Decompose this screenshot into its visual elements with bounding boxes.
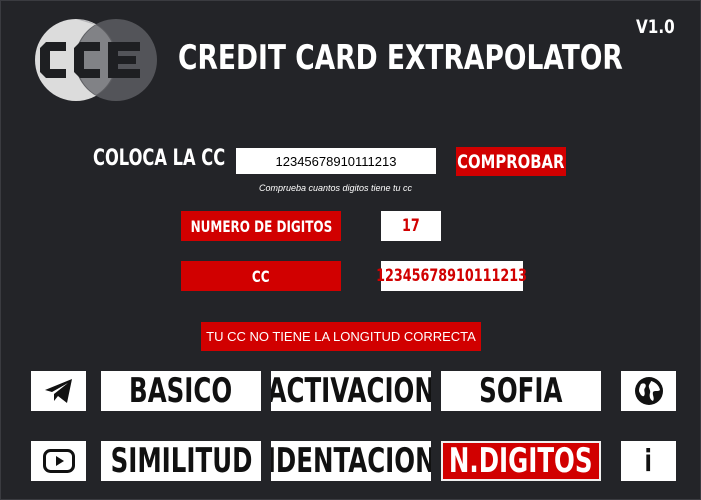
telegram-icon [44,379,72,403]
cc-input[interactable] [236,148,436,174]
n-digitos-button[interactable]: N.DIGITOS [441,441,601,481]
sofia-button[interactable]: SOFIA [441,371,601,411]
activacion-button[interactable]: ACTIVACION [271,371,431,411]
comprobar-button[interactable]: COMPROBAR [456,147,566,176]
digits-label: NUMERO DE DIGITOS [181,211,341,241]
basico-button[interactable]: BASICO [101,371,261,411]
version-label: V1.0 [636,16,675,38]
youtube-icon [42,449,75,473]
similitud-button[interactable]: SIMILITUD [101,441,261,481]
hint-text: Comprueba cuantos digitos tiene tu cc [258,183,413,193]
info-button[interactable]: i [621,441,676,481]
globe-button[interactable] [621,371,676,411]
cc-input-label: COLOCA LA CC [93,146,226,171]
identacion-button[interactable]: IDENTACION [271,441,431,481]
youtube-button[interactable] [31,441,86,481]
cce-logo [35,19,157,101]
length-warning: TU CC NO TIENE LA LONGITUD CORRECTA [201,322,481,351]
info-icon: i [644,443,653,479]
cc-value: 12345678910111213 [377,261,527,291]
comprobar-button-label: COMPROBAR [457,150,565,173]
cc-label: CC [181,261,341,291]
telegram-button[interactable] [31,371,86,411]
app-title: CREDIT CARD EXTRAPOLATOR [178,38,623,78]
globe-icon [634,377,663,405]
digits-value: 17 [381,211,441,241]
